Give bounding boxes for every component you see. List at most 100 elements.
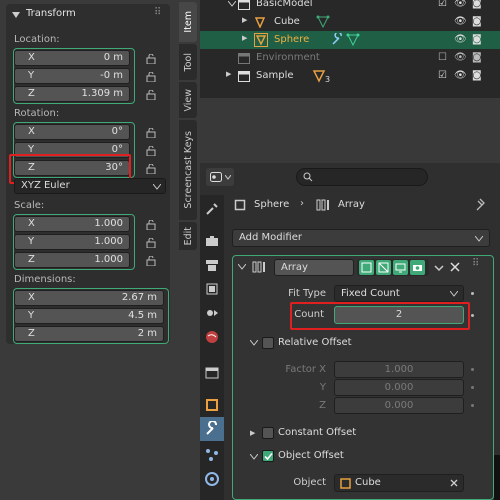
expand-arrow-icon[interactable]: ▶ [242,34,247,42]
mesh-data-icon[interactable] [346,33,360,47]
tab-modifiers[interactable] [200,417,224,441]
checkbox-empty-icon[interactable]: ☐ [438,52,447,63]
location-z-field[interactable]: Z 1.309 m [14,86,130,102]
viewport-display-icon[interactable] [393,260,408,275]
expand-arrow-icon[interactable]: ▶ [226,70,231,78]
lock-icon[interactable] [146,238,158,248]
expand-arrow-icon[interactable]: ▶ [250,429,255,437]
animate-dot[interactable] [471,292,474,295]
tool-icon[interactable] [204,201,220,217]
animate-dot[interactable] [471,386,474,389]
lock-icon[interactable] [146,146,158,156]
drag-handle-icon[interactable]: ⠿ [154,7,161,18]
breadcrumb-separator: › [300,198,304,209]
eye-icon[interactable]: 👁 [454,34,467,45]
location-x-field[interactable]: X0 m [14,50,130,66]
physics-icon[interactable] [204,471,220,487]
factor-z-field[interactable]: 0.000 [334,397,464,414]
tab-edit[interactable]: Edit [179,222,197,250]
tab-view[interactable]: View [179,82,197,118]
count-field[interactable]: 2 [334,306,464,324]
tab-screencast-keys[interactable]: Screencast Keys [179,120,197,220]
close-icon[interactable] [450,262,460,272]
fit-type-dropdown[interactable]: Fixed Count [334,285,464,302]
cage-icon[interactable] [376,260,391,275]
object-offset-checkbox[interactable] [262,450,274,462]
panel-title[interactable]: Transform [26,8,76,19]
lock-icon[interactable] [146,128,158,138]
constant-offset-checkbox[interactable] [262,427,274,439]
particles-icon[interactable] [204,447,220,463]
collection-icon [238,53,250,64]
factor-y-field[interactable]: 0.000 [334,379,464,396]
eye-icon[interactable]: 👁 [454,70,467,81]
location-label: Location: [14,34,60,45]
render-icon[interactable] [410,260,425,275]
object-field[interactable]: Cube [334,474,464,492]
wrench-icon[interactable] [330,33,344,47]
pin-icon[interactable] [472,197,486,211]
tab-item[interactable]: Item [179,2,197,42]
eye-icon[interactable]: 👁 [454,52,467,63]
scene-icon[interactable] [204,305,220,321]
scale-x-field[interactable]: X 1.000 [14,216,130,232]
camera-icon[interactable]: ◙ [472,52,482,63]
rotation-x-field[interactable]: X 0° [14,124,130,140]
relative-offset-checkbox[interactable] [262,337,274,349]
add-modifier-dropdown[interactable]: Add Modifier [232,229,490,247]
array-modifier-icon [252,261,265,273]
chevron-down-icon[interactable] [228,1,236,7]
lock-icon[interactable] [146,90,158,100]
checkbox-checked-icon[interactable]: ☑ [438,70,447,81]
scale-y-field[interactable]: Y 1.000 [14,234,130,250]
eye-icon[interactable]: 👁 [454,16,467,27]
animate-dot[interactable] [471,314,474,317]
expand-arrow-icon[interactable]: ▶ [242,16,247,24]
sidebar-n-panel: Transform ⠿ Location: X0 m Y -0 m Z 1.309 … [6,4,170,344]
collection-icon [238,0,250,10]
world-icon[interactable] [204,329,220,345]
lock-icon[interactable] [146,72,158,82]
eye-icon[interactable]: 👁 [454,0,467,9]
search-input[interactable] [296,168,428,186]
animate-dot[interactable] [471,404,474,407]
collapse-arrow-icon[interactable] [12,12,20,18]
lock-icon[interactable] [146,256,158,266]
factor-z-label: Z [319,400,326,411]
lock-icon[interactable] [146,164,158,174]
camera-icon[interactable]: ◙ [472,34,482,45]
chevron-down-icon[interactable] [238,264,246,270]
scale-z-field[interactable]: Z 1.000 [14,252,130,268]
chevron-down-icon[interactable] [250,454,258,460]
mesh-data-icon[interactable] [316,15,330,29]
dimensions-x-field[interactable]: X 2.67 m [14,290,164,306]
dropdown-chevron-icon[interactable] [434,263,444,273]
lock-icon[interactable] [146,54,158,64]
rotation-mode-dropdown[interactable]: XYZ Euler [14,178,166,194]
tab-tool[interactable]: Tool [179,44,197,80]
render-icon[interactable] [204,233,220,249]
scale-label: Scale: [14,200,45,211]
mesh-object-icon[interactable] [312,69,326,83]
drag-handle-icon[interactable]: ⠿ [472,258,479,269]
modifier-name-input[interactable]: Array [274,259,354,276]
camera-icon[interactable]: ◙ [472,70,482,81]
object-icon[interactable] [204,397,220,413]
checkbox-checked-icon[interactable]: ☑ [438,0,447,9]
restriction-toggles: ☑ 👁 ◙ 👁 ◙ 👁 ◙ ☐ 👁 ◙ ☑ 👁 ◙ [436,0,500,88]
dimensions-z-field[interactable]: Z2 m [14,326,164,342]
animate-dot[interactable] [471,368,474,371]
view-layer-icon[interactable] [204,281,220,297]
close-icon[interactable] [450,479,458,487]
camera-icon[interactable]: ◙ [472,0,482,9]
collection-icon[interactable] [204,365,220,381]
lock-icon[interactable] [146,220,158,230]
dimensions-y-field[interactable]: Y 4.5 m [14,308,164,324]
editor-type-button[interactable] [206,168,234,186]
output-icon[interactable] [204,257,220,273]
factor-x-field[interactable]: 1.000 [334,361,464,378]
edit-mode-icon[interactable] [359,260,374,275]
camera-icon[interactable]: ◙ [472,16,482,27]
chevron-down-icon[interactable] [250,340,258,346]
location-y-field[interactable]: Y -0 m [14,68,130,84]
